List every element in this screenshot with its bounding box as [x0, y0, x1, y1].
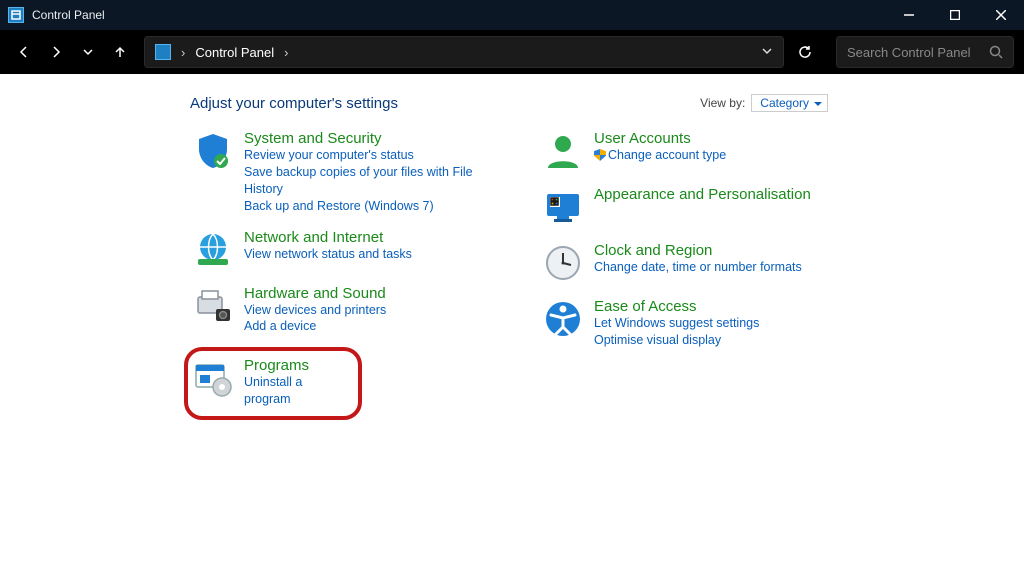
- recent-locations-button[interactable]: [74, 38, 102, 66]
- minimize-button[interactable]: [886, 0, 932, 30]
- monitor-icon: [542, 186, 584, 228]
- category-link[interactable]: Change date, time or number formats: [594, 259, 802, 276]
- category-link[interactable]: Uninstall a program: [244, 374, 340, 408]
- window-controls: [886, 0, 1024, 30]
- category-title[interactable]: Clock and Region: [594, 242, 802, 259]
- up-button[interactable]: [106, 38, 134, 66]
- navigation-bar: › Control Panel › Search Control Panel: [0, 30, 1024, 74]
- category-clock-region: Clock and Region Change date, time or nu…: [540, 240, 840, 286]
- category-link[interactable]: Review your computer's status: [244, 147, 490, 164]
- category-column-right: User Accounts Change account type Appear…: [540, 128, 840, 420]
- control-panel-icon: [8, 7, 24, 23]
- address-dropdown-icon[interactable]: [761, 45, 773, 60]
- category-column-left: System and Security Review your computer…: [190, 128, 490, 420]
- back-button[interactable]: [10, 38, 38, 66]
- category-programs: Programs Uninstall a program: [190, 355, 340, 410]
- search-input[interactable]: Search Control Panel: [836, 36, 1014, 68]
- category-network-internet: Network and Internet View network status…: [190, 227, 490, 273]
- chevron-right-icon: ›: [181, 45, 185, 60]
- programs-icon: [192, 357, 234, 399]
- uac-shield-icon: [594, 149, 606, 161]
- forward-button[interactable]: [42, 38, 70, 66]
- category-ease-of-access: Ease of Access Let Windows suggest setti…: [540, 296, 840, 351]
- printer-icon: [192, 285, 234, 327]
- category-title[interactable]: User Accounts: [594, 130, 726, 147]
- close-button[interactable]: [978, 0, 1024, 30]
- category-link[interactable]: Optimise visual display: [594, 332, 759, 349]
- category-title[interactable]: Network and Internet: [244, 229, 412, 246]
- category-system-security: System and Security Review your computer…: [190, 128, 490, 217]
- window-title: Control Panel: [32, 8, 105, 22]
- category-appearance-personalisation: Appearance and Personalisation: [540, 184, 840, 230]
- category-title[interactable]: Ease of Access: [594, 298, 759, 315]
- highlight-annotation: Programs Uninstall a program: [184, 347, 362, 420]
- address-bar[interactable]: › Control Panel ›: [144, 36, 784, 68]
- category-link[interactable]: Save backup copies of your files with Fi…: [244, 164, 490, 198]
- view-by-control: View by: Category: [700, 94, 828, 112]
- chevron-right-icon: ›: [284, 45, 288, 60]
- content-area: Adjust your computer's settings View by:…: [0, 74, 1024, 420]
- category-title[interactable]: Programs: [244, 357, 340, 374]
- category-hardware-sound: Hardware and Sound View devices and prin…: [190, 283, 490, 338]
- clock-icon: [542, 242, 584, 284]
- category-link[interactable]: View network status and tasks: [244, 246, 412, 263]
- category-link[interactable]: Back up and Restore (Windows 7): [244, 198, 490, 215]
- category-title[interactable]: System and Security: [244, 130, 490, 147]
- accessibility-icon: [542, 298, 584, 340]
- category-link[interactable]: Let Windows suggest settings: [594, 315, 759, 332]
- refresh-button[interactable]: [788, 38, 822, 66]
- category-link[interactable]: Change account type: [594, 147, 726, 164]
- page-heading: Adjust your computer's settings: [190, 95, 398, 112]
- maximize-button[interactable]: [932, 0, 978, 30]
- view-by-dropdown[interactable]: Category: [751, 94, 828, 112]
- shield-icon: [192, 130, 234, 172]
- user-icon: [542, 130, 584, 172]
- view-by-label: View by:: [700, 96, 745, 110]
- category-title[interactable]: Appearance and Personalisation: [594, 186, 811, 203]
- breadcrumb-root[interactable]: Control Panel: [195, 45, 274, 60]
- category-link[interactable]: Add a device: [244, 318, 386, 335]
- search-placeholder: Search Control Panel: [847, 45, 989, 60]
- search-icon: [989, 45, 1003, 59]
- category-link[interactable]: View devices and printers: [244, 302, 386, 319]
- control-panel-icon: [155, 44, 171, 60]
- category-title[interactable]: Hardware and Sound: [244, 285, 386, 302]
- globe-icon: [192, 229, 234, 271]
- category-user-accounts: User Accounts Change account type: [540, 128, 840, 174]
- window-titlebar: Control Panel: [0, 0, 1024, 30]
